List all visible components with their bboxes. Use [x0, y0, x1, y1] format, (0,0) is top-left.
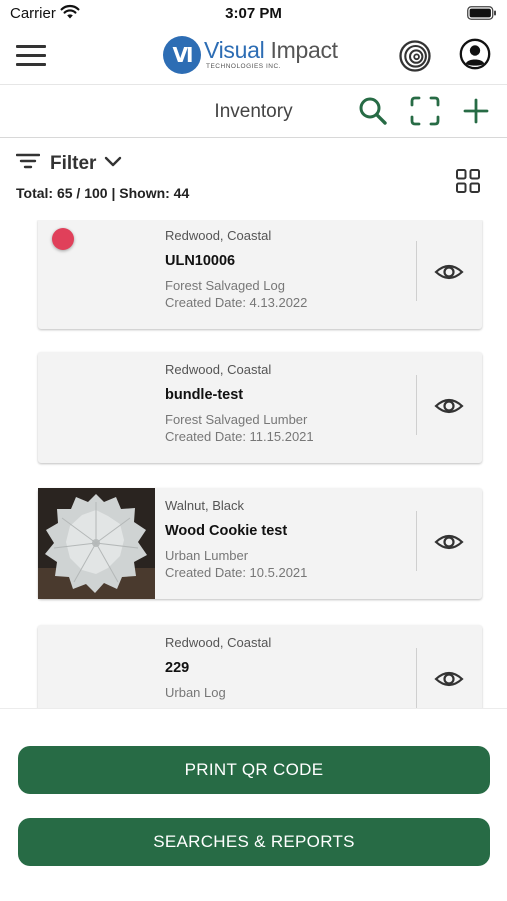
company-logo: VI Visual Impact TECHNOLOGIES INC.: [163, 34, 353, 78]
item-id: ULN10006: [165, 253, 236, 269]
item-category: Urban Lumber: [165, 548, 249, 563]
item-created-date: Created Date: 4.13.2022: [165, 295, 308, 310]
item-category: Forest Salvaged Lumber: [165, 412, 308, 427]
inventory-card[interactable]: Redwood, Coastal bundle-test Forest Salv…: [38, 352, 482, 463]
item-created-date: Created Date: 10.5.2021: [165, 565, 308, 580]
inventory-list[interactable]: Redwood, Coastal ULN10006 Forest Salvage…: [0, 220, 507, 708]
logo-name: Visual Impact: [204, 37, 338, 64]
item-species: Redwood, Coastal: [165, 228, 272, 243]
logo-name-visual: Visual: [204, 37, 265, 63]
filter-dropdown[interactable]: Filter: [15, 152, 122, 175]
logo-name-impact: Impact: [270, 37, 339, 63]
chevron-down-icon: [104, 155, 122, 173]
card-divider: [416, 511, 417, 571]
eye-icon[interactable]: [434, 665, 464, 693]
item-species: Redwood, Coastal: [165, 635, 272, 650]
battery-icon: [467, 6, 497, 25]
searches-reports-button[interactable]: SEARCHES & REPORTS: [18, 818, 490, 866]
status-bar: Carrier 3:07 PM: [0, 0, 507, 28]
search-icon[interactable]: [357, 95, 389, 127]
card-divider: [416, 241, 417, 301]
eye-icon[interactable]: [434, 392, 464, 420]
logo-subtitle: TECHNOLOGIES INC.: [206, 63, 281, 70]
scan-icon[interactable]: [409, 95, 441, 127]
filter-label: Filter: [50, 152, 97, 174]
clock: 3:07 PM: [225, 5, 282, 22]
menu-icon[interactable]: [16, 45, 46, 67]
tree-rings-icon[interactable]: [398, 39, 432, 73]
item-species: Walnut, Black: [165, 498, 244, 513]
eye-icon[interactable]: [434, 258, 464, 286]
add-icon[interactable]: [460, 95, 492, 127]
filter-lines-icon: [15, 152, 41, 175]
wood-cookie-photo: [38, 488, 155, 599]
grid-view-icon[interactable]: [455, 168, 481, 194]
card-divider: [416, 648, 417, 708]
item-category: Forest Salvaged Log: [165, 278, 285, 293]
item-id: Wood Cookie test: [165, 523, 288, 539]
card-divider: [416, 375, 417, 435]
inventory-card[interactable]: Redwood, Coastal 229 Urban Log: [38, 625, 482, 708]
print-qr-code-button[interactable]: PRINT QR CODE: [18, 746, 490, 794]
item-id: 229: [165, 660, 190, 676]
inventory-card[interactable]: Walnut, Black Wood Cookie test Urban Lum…: [38, 488, 482, 599]
item-id: bundle-test: [165, 387, 244, 403]
item-created-date: Created Date: 11.15.2021: [165, 429, 314, 444]
logo-mark: VI: [163, 36, 201, 74]
inventory-card[interactable]: Redwood, Coastal ULN10006 Forest Salvage…: [38, 220, 482, 329]
item-category: Urban Log: [165, 685, 226, 700]
profile-icon[interactable]: [459, 38, 491, 70]
item-species: Redwood, Coastal: [165, 362, 272, 377]
eye-icon[interactable]: [434, 528, 464, 556]
inventory-toolbar: Inventory: [0, 85, 507, 138]
bottom-action-panel: PRINT QR CODE SEARCHES & REPORTS: [0, 708, 507, 901]
status-dot: [52, 228, 74, 250]
app-header: VI Visual Impact TECHNOLOGIES INC.: [0, 28, 507, 85]
inventory-totals: Total: 65 / 100 | Shown: 44: [16, 185, 190, 201]
